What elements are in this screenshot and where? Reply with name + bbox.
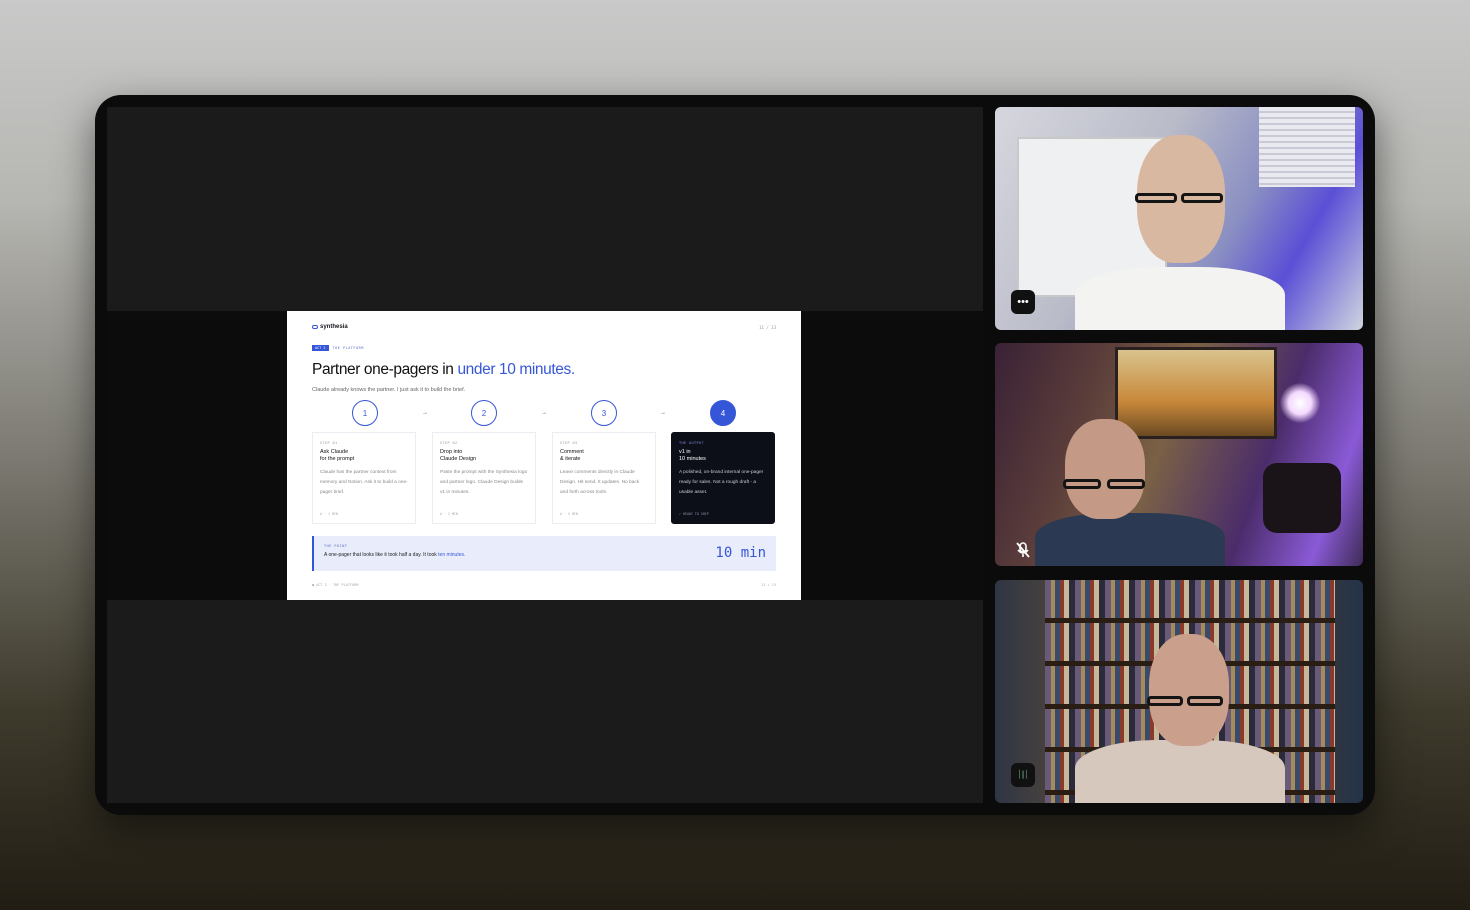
slide-footer-left: ● ACT 2 · THE PLATFORM (312, 583, 359, 587)
arrow-right-icon: → (660, 410, 666, 416)
arrow-right-icon: → (422, 410, 428, 416)
step-meta: ✓ READY TO SHIP (679, 512, 709, 516)
step-label: THE OUTPUT (679, 441, 705, 445)
step-title: v1 in 10 minutes (679, 449, 706, 462)
step-card-output: THE OUTPUT v1 in 10 minutes A polished, … (671, 432, 775, 524)
more-options-button[interactable]: ••• (1011, 290, 1035, 314)
step-title: Ask Claude for the prompt (320, 449, 355, 462)
participant-2-video (1035, 413, 1235, 566)
step-title: Comment & iterate (560, 449, 584, 462)
logo-text: synthesia (320, 324, 348, 330)
act-tag: ACT 2 (312, 345, 329, 351)
step-card-1: STEP 01 Ask Claude for the prompt Claude… (312, 432, 416, 524)
act-tag-text: THE PLATFORM (332, 346, 364, 350)
step-body: A polished, on-brand internal one-pager … (679, 470, 764, 495)
step-circle-1: 1 (352, 400, 378, 426)
step-circle-2: 2 (471, 400, 497, 426)
point-big-number: 10 min (715, 545, 766, 561)
participant-1-video (1065, 127, 1295, 330)
shared-screen-stage: synthesia 11 / 13 ACT 2 THE PLATFORM Par… (107, 107, 983, 803)
participant-video-tile-2[interactable] (995, 343, 1363, 566)
step-label: STEP 03 (560, 441, 578, 445)
point-text: A one-pager that looks like it took half… (324, 552, 766, 558)
participant-video-tile-3[interactable]: ⏐⎮⏐ (995, 580, 1363, 803)
slide-tag-row: ACT 2 THE PLATFORM (312, 345, 364, 351)
slide-title-accent: under 10 minutes. (457, 361, 575, 378)
the-point-callout: THE POINT A one-pager that looks like it… (312, 536, 776, 571)
point-text-accent: ten minutes. (438, 552, 466, 558)
lounge-chair-background (1263, 463, 1341, 533)
step-indicators: 1 → 2 → 3 → 4 (287, 400, 801, 426)
mic-off-icon (1016, 542, 1030, 558)
step-meta: A · 1 MIN (320, 512, 338, 516)
step-title: Drop into Claude Design (440, 449, 477, 462)
slide-page-number: 11 / 13 (759, 325, 776, 330)
more-icon: ••• (1017, 295, 1029, 308)
synthesia-logo: synthesia (312, 324, 348, 330)
step-body: Leave comments directly in Claude Design… (560, 470, 640, 495)
step-label: STEP 02 (440, 441, 458, 445)
audio-activity-icon: ⏐⎮⏐ (1016, 770, 1030, 779)
slide-subtitle: Claude already knows the partner. I just… (312, 387, 466, 393)
participant-video-tile-1[interactable]: ••• (995, 107, 1363, 330)
step-label: STEP 01 (320, 441, 338, 445)
slide-title-plain: Partner one-pagers in (312, 361, 454, 378)
lamp-background (1280, 383, 1320, 423)
step-body: Claude has the partner context from memo… (320, 470, 408, 495)
step-body: Paste the prompt with the Synthesia logo… (440, 470, 528, 495)
participant-3-video (1075, 630, 1295, 803)
mic-muted-indicator (1011, 538, 1035, 562)
step-circle-3: 3 (591, 400, 617, 426)
step-meta: A · 5 MIN (560, 512, 578, 516)
presentation-slide: synthesia 11 / 13 ACT 2 THE PLATFORM Par… (287, 311, 801, 600)
logo-mark-icon (312, 325, 318, 329)
step-card-3: STEP 03 Comment & iterate Leave comments… (552, 432, 656, 524)
meeting-window: synthesia 11 / 13 ACT 2 THE PLATFORM Par… (95, 95, 1375, 815)
step-card-2: STEP 02 Drop into Claude Design Paste th… (432, 432, 536, 524)
slide-footer-right: 11 / 13 (761, 583, 776, 587)
slide-title: Partner one-pagers in under 10 minutes. (312, 361, 575, 379)
step-meta: A · 2 MIN (440, 512, 458, 516)
point-label: THE POINT (324, 544, 348, 548)
arrow-right-icon: → (541, 410, 547, 416)
audio-activity-button[interactable]: ⏐⎮⏐ (1011, 763, 1035, 787)
step-circle-4: 4 (710, 400, 736, 426)
point-text-plain: A one-pager that looks like it took half… (324, 552, 437, 558)
